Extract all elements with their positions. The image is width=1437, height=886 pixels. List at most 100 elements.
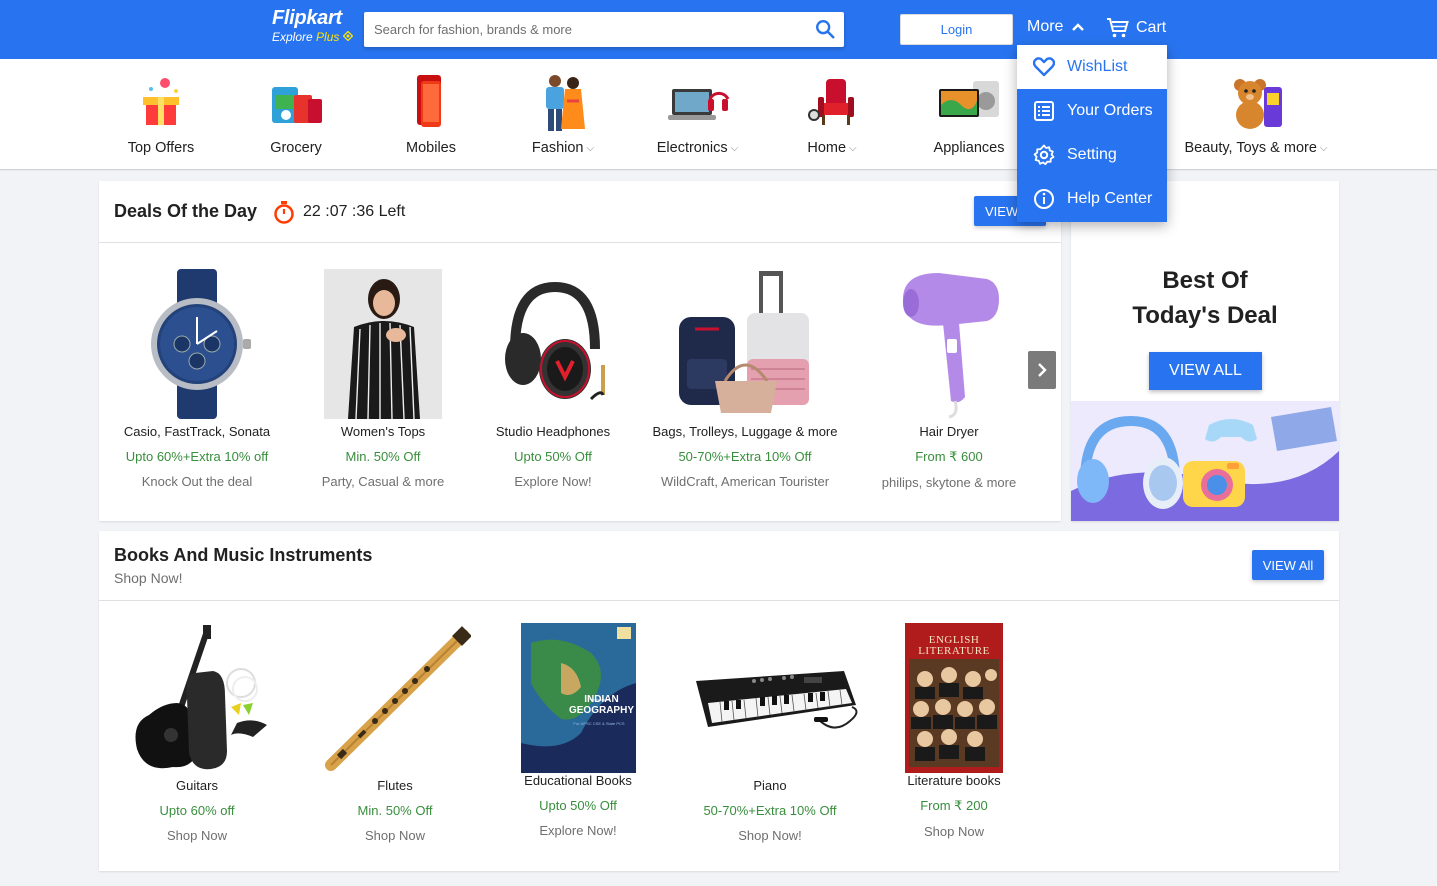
category-label: Beauty, Toys & more ⌵ <box>1184 140 1328 156</box>
chevron-down-icon: ⌵ <box>849 142 857 154</box>
book-product-literature[interactable]: ENGLISH LITERATURE Literature books From… <box>899 623 1009 839</box>
more-label: More <box>1027 18 1064 35</box>
product-name: Literature books <box>907 773 1001 788</box>
deal-product-womens-tops[interactable]: Women's Tops Min. 50% Off Party, Casual … <box>306 269 460 489</box>
product-subtext: Shop Now <box>167 828 227 843</box>
category-label: Electronics ⌵ <box>656 140 739 156</box>
product-name: Hair Dryer <box>919 424 979 439</box>
search-input[interactable] <box>364 12 794 47</box>
product-offer: 50-70%+Extra 10% Off <box>703 803 837 818</box>
book-title-literature: ENGLISH LITERATURE <box>918 634 990 657</box>
category-label: Fashion ⌵ <box>531 140 595 156</box>
carousel-next-button[interactable] <box>1028 351 1056 389</box>
login-button[interactable]: Login <box>900 14 1013 45</box>
heart-icon <box>1033 57 1055 77</box>
product-subtext: Party, Casual & more <box>321 474 445 489</box>
product-name: Piano <box>753 778 787 793</box>
guitar-image <box>135 625 267 770</box>
banner-view-all-button[interactable]: VIEW ALL <box>1149 352 1262 390</box>
flute-image <box>325 626 472 771</box>
product-subtext: Shop Now <box>365 828 425 843</box>
geography-book-image: Principles of For UPSC CSE & State PCS I… <box>520 623 636 773</box>
book-product-flutes[interactable]: Flutes Min. 50% Off Shop Now <box>319 623 472 843</box>
product-offer: Upto 60% off <box>159 803 235 818</box>
category-label: Top Offers <box>127 140 195 156</box>
more-dropdown-menu: WishList Your Orders Setting Help Center <box>1017 45 1167 222</box>
grocery-icon <box>272 87 322 123</box>
product-subtext: Explore Now! <box>514 474 592 489</box>
flipkart-logo[interactable]: Flipkart Explore Plus <box>272 7 354 44</box>
deal-product-watches[interactable]: Casio, FastTrack, Sonata Upto 60%+Extra … <box>99 269 295 489</box>
category-nav: Top Offers Grocery Mobiles Fashion ⌵ Elec… <box>0 59 1437 169</box>
product-name: Casio, FastTrack, Sonata <box>123 424 271 439</box>
category-mobiles[interactable]: Mobiles <box>391 59 471 169</box>
chevron-down-icon: ⌵ <box>730 142 739 154</box>
brand-name: Flipkart <box>272 7 342 29</box>
books-and-music-section: Books And Music Instruments Shop Now! VI… <box>99 531 1339 871</box>
menu-item-setting[interactable]: Setting <box>1017 133 1167 177</box>
cart-label: Cart <box>1136 19 1167 36</box>
explore-plus: Explore Plus <box>272 30 354 44</box>
deal-product-headphones[interactable]: Studio Headphones Upto 50% Off Explore N… <box>483 269 623 489</box>
books-title: Books And Music Instruments <box>114 545 373 565</box>
womens-top-image <box>324 269 442 420</box>
product-subtext: Shop Now! <box>738 828 802 843</box>
book-product-piano[interactable]: Piano 50-70%+Extra 10% Off Shop Now! <box>694 623 858 843</box>
books-header: Books And Music Instruments Shop Now! VI… <box>99 531 1339 601</box>
menu-item-label: WishList <box>1067 58 1128 75</box>
search-bar <box>364 12 844 47</box>
menu-item-label: Your Orders <box>1067 102 1153 119</box>
category-beauty-toys[interactable]: Beauty, Toys & more ⌵ <box>1176 59 1336 169</box>
product-name: Educational Books <box>524 773 632 788</box>
cart-button[interactable]: Cart <box>1106 16 1166 40</box>
product-offer: Upto 50% Off <box>539 798 617 813</box>
stopwatch-icon <box>274 201 294 224</box>
category-fashion[interactable]: Fashion ⌵ <box>513 59 613 169</box>
keyboard-image <box>696 671 858 729</box>
deals-header: Deals Of the Day 22 :07 :36 Left VIEW AL… <box>99 181 1061 243</box>
chevron-right-icon <box>1038 363 1047 377</box>
category-electronics[interactable]: Electronics ⌵ <box>645 59 750 169</box>
product-name: Flutes <box>377 778 413 793</box>
chevron-down-icon: ⌵ <box>1319 142 1328 154</box>
category-top-offers[interactable]: Top Offers <box>121 59 201 169</box>
product-offer: Min. 50% Off <box>345 449 421 464</box>
luggage-image <box>679 271 809 413</box>
category-label: Appliances <box>933 140 1005 156</box>
product-subtext: Explore Now! <box>539 823 617 838</box>
search-button[interactable] <box>814 18 838 42</box>
books-subtitle: Shop Now! <box>114 570 183 586</box>
menu-item-label: Help Center <box>1067 190 1153 207</box>
deal-product-bags[interactable]: Bags, Trolleys, Luggage & more 50-70%+Ex… <box>645 269 845 489</box>
headphones-image <box>505 281 605 401</box>
hair-dryer-image <box>903 273 999 419</box>
product-name: Guitars <box>176 778 218 793</box>
teddy-icon <box>1234 79 1282 129</box>
product-name: Bags, Trolleys, Luggage & more <box>652 424 838 439</box>
book-product-educational[interactable]: Principles of For UPSC CSE & State PCS I… <box>513 623 643 838</box>
menu-item-help-center[interactable]: Help Center <box>1017 177 1167 221</box>
more-button[interactable]: More <box>1027 18 1085 36</box>
books-view-all-button[interactable]: VIEW All <box>1252 550 1324 580</box>
menu-item-wishlist[interactable]: WishList <box>1017 45 1167 89</box>
mobile-icon <box>417 75 441 127</box>
chevron-up-icon <box>1072 23 1085 31</box>
product-name: Women's Tops <box>340 424 426 439</box>
product-offer: From ₹ 200 <box>920 798 988 813</box>
category-appliances[interactable]: Appliances <box>924 59 1014 169</box>
timer-text: 22 :07 :36 Left <box>303 203 406 220</box>
category-grocery[interactable]: Grocery <box>256 59 336 169</box>
gadgets-illustration <box>1071 401 1339 521</box>
menu-item-your-orders[interactable]: Your Orders <box>1017 89 1167 133</box>
cart-icon <box>1107 18 1129 38</box>
book-product-guitars[interactable]: Guitars Upto 60% off Shop Now <box>123 623 271 843</box>
literature-book-image: ENGLISH LITERATURE <box>905 623 1003 773</box>
plus-star-icon <box>342 30 354 42</box>
deal-product-hair-dryer[interactable]: Hair Dryer From ₹ 600 philips, skytone &… <box>874 269 1024 490</box>
fashion-icon <box>546 75 585 131</box>
banner-title: Best Of Today's Deal <box>1132 267 1278 329</box>
product-subtext: WildCraft, American Tourister <box>660 474 830 489</box>
category-label: Home ⌵ <box>807 140 857 156</box>
category-home[interactable]: Home ⌵ <box>792 59 872 169</box>
book-title-geography: INDIAN GEOGRAPHY <box>568 694 634 716</box>
